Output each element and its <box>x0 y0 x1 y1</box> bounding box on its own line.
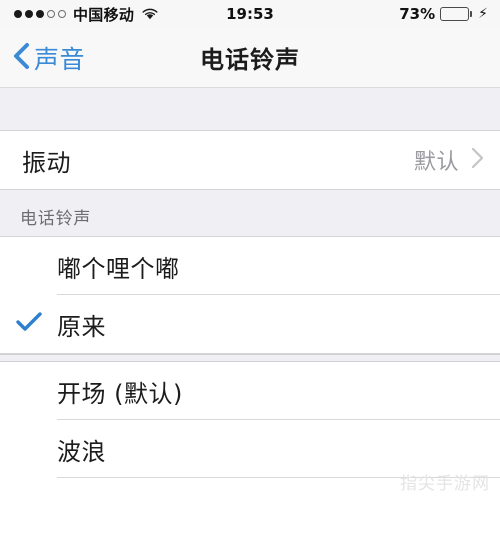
ringtone-list-group-a: 嘟个哩个嘟 原来 <box>0 236 500 354</box>
row-vibration-value: 默认 <box>413 150 459 175</box>
list-item-label: 波浪 <box>57 437 106 466</box>
signal-dot-filled <box>25 10 33 18</box>
checkmark-icon <box>15 312 42 336</box>
list-item-partial[interactable] <box>0 478 500 536</box>
battery-nub <box>470 11 473 17</box>
wifi-icon <box>141 7 159 21</box>
signal-dot-empty <box>58 10 66 18</box>
list-item[interactable]: 波浪 <box>0 420 500 478</box>
signal-dot-filled <box>14 10 22 18</box>
ringtone-list-group-b: 开场 (默认) 波浪 <box>0 362 500 536</box>
status-bar-left: 中国移动 <box>14 4 159 25</box>
vibration-group: 振动 默认 <box>0 130 500 190</box>
list-item-label: 原来 <box>57 312 106 341</box>
group-divider <box>0 354 500 362</box>
signal-dot-empty <box>47 10 55 18</box>
battery-percent-label: 73% <box>399 5 436 23</box>
chevron-right-icon <box>471 147 484 174</box>
list-item-label: 嘟个哩个嘟 <box>57 254 180 283</box>
charging-bolt-icon: ⚡ <box>478 6 488 22</box>
list-item[interactable]: 原来 <box>0 295 500 353</box>
settings-content: 振动 默认 电话铃声 嘟个哩个嘟 原来 开场 (默认) 波浪 <box>0 88 500 536</box>
row-vibration[interactable]: 振动 默认 <box>0 131 500 189</box>
ringtone-section-header: 电话铃声 <box>0 190 500 236</box>
back-button[interactable]: 声音 <box>0 40 85 76</box>
top-spacer <box>0 88 500 130</box>
navigation-bar: 声音 电话铃声 <box>0 28 500 88</box>
back-button-label: 声音 <box>34 44 86 74</box>
list-item[interactable]: 嘟个哩个嘟 <box>0 237 500 295</box>
status-bar-right: 73% ⚡ <box>399 5 488 23</box>
row-vibration-label: 振动 <box>22 148 71 177</box>
battery-body <box>440 7 470 21</box>
chevron-left-icon <box>12 41 30 75</box>
carrier-label: 中国移动 <box>73 5 135 24</box>
status-bar: 中国移动 19:53 73% ⚡ <box>0 0 500 28</box>
signal-strength-dots <box>14 10 66 18</box>
checkmark-slot <box>0 312 57 336</box>
list-item-label: 开场 (默认) <box>57 379 183 408</box>
row-vibration-right: 默认 <box>414 144 484 176</box>
signal-dot-filled <box>36 10 44 18</box>
list-item[interactable]: 开场 (默认) <box>0 362 500 420</box>
battery-icon <box>440 7 473 21</box>
ringtone-section-header-label: 电话铃声 <box>20 209 92 229</box>
